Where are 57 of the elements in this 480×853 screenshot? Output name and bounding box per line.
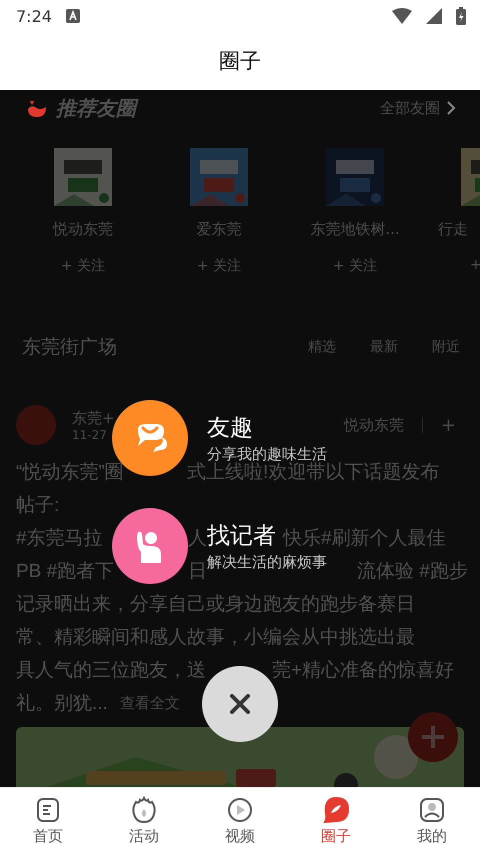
add-post-button[interactable] (408, 712, 458, 762)
post-text: 式上线啦!欢迎带以下话题发布 (187, 463, 440, 483)
section-title: 东莞街广场 (22, 335, 117, 360)
post-text: 流体验 #跑步 (357, 562, 468, 582)
user-icon (418, 796, 446, 824)
post-text: PB #跑者下 (16, 562, 114, 582)
menu-item-subtitle: 解决生活的麻烦事 (207, 553, 327, 571)
menu-item-title[interactable]: 找记者 (207, 521, 276, 551)
post-text: 快乐#刷新个人最佳 (283, 529, 446, 549)
section-title: 推荐友圈 (56, 94, 136, 122)
post-text: 具人气的三位跑友，送 (16, 661, 206, 681)
notification-icon (66, 9, 80, 23)
circle-name[interactable]: 爱东莞 (196, 220, 242, 239)
nav-tab[interactable]: 视频 (192, 788, 288, 853)
circle-name[interactable]: 行走 (438, 220, 468, 239)
circle-tag[interactable]: 悦动东莞 (344, 416, 404, 434)
follow-button[interactable]: + 关注 (332, 257, 378, 275)
post-text: 人 (188, 529, 207, 549)
follow-button[interactable]: + 关注 (60, 257, 106, 275)
circle-name[interactable]: 悦动东莞 (53, 220, 113, 239)
follow-button[interactable]: + (470, 257, 480, 273)
circle-name[interactable]: 东莞地铁树... (310, 220, 400, 239)
nav-tab[interactable]: 我的 (384, 788, 480, 853)
nav-tab[interactable]: 首页 (0, 788, 96, 853)
battery-icon (456, 7, 466, 25)
wifi-icon (392, 8, 412, 24)
follow-button[interactable]: + (440, 414, 456, 436)
filter-tab[interactable]: 精选 (308, 338, 336, 356)
status-time: 7:24 (16, 6, 52, 26)
author-name[interactable]: 东莞+ (72, 408, 115, 428)
read-more-link[interactable]: 查看全文 (120, 694, 180, 714)
post-text: 莞+精心准备的惊喜好 (272, 661, 454, 681)
flame-icon (130, 796, 158, 824)
menu-item-title[interactable]: 友趣 (207, 413, 253, 443)
follow-button[interactable]: + 关注 (196, 257, 242, 275)
post-text: 日 (188, 562, 207, 582)
post-text: 帖子: (16, 496, 60, 516)
logo-icon (26, 99, 48, 117)
post-text: 记录晒出来，分享自己或身边跑友的跑步备赛日 (16, 595, 415, 615)
all-circles-link[interactable]: 全部友圈 (380, 98, 440, 118)
filter-tab[interactable]: 附近 (432, 338, 460, 356)
menu-item-subtitle: 分享我的趣味生活 (207, 445, 327, 463)
post-text: 礼。别犹... (16, 694, 108, 714)
post-date: 11-27 (72, 428, 108, 442)
signal-icon (426, 8, 442, 24)
document-icon (34, 796, 62, 824)
nav-tab[interactable]: 活动 (96, 788, 192, 853)
post-text: “悦动东莞”圈 (16, 463, 124, 483)
filter-tab[interactable]: 最新 (370, 338, 398, 356)
close-icon (229, 693, 251, 715)
chat-bubble-icon (322, 796, 350, 824)
post-text: 常、精彩瞬间和感人故事，小编会从中挑选出最 (16, 628, 415, 648)
nav-tab[interactable]: 圈子 (288, 788, 384, 853)
play-icon (226, 796, 254, 824)
chevron-right-icon (446, 100, 456, 116)
post-text: #东莞马拉 (16, 529, 103, 549)
page-title: 圈子 (219, 48, 261, 75)
